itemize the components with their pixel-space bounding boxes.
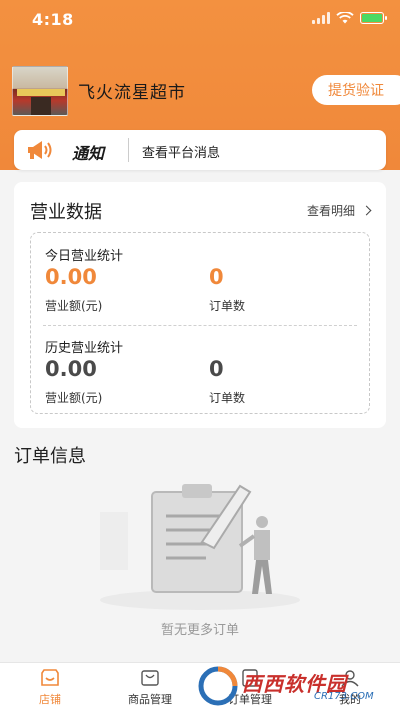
history-stats-heading: 历史营业统计: [45, 341, 124, 356]
today-orders-value: 0: [209, 265, 224, 289]
stats-box: 今日营业统计 0.00 0 营业额(元) 订单数 历史营业统计 0.00 0 营…: [30, 232, 370, 414]
status-bar: 4:18: [0, 0, 400, 40]
history-revenue-value: 0.00: [45, 357, 97, 381]
pickup-verify-button[interactable]: 提货验证: [312, 75, 400, 105]
tab-store[interactable]: 店铺: [0, 663, 100, 710]
store-name: 飞火流星超市: [78, 83, 186, 103]
notice-tag: 通知: [72, 144, 105, 163]
stats-divider: [43, 325, 357, 326]
business-title: 营业数据: [30, 202, 102, 223]
store-icon: [41, 669, 59, 686]
store-avatar[interactable]: [12, 66, 68, 116]
bag-icon: [141, 670, 159, 686]
store-header: 飞火流星超市 提货验证: [0, 60, 400, 120]
history-revenue-label: 营业额(元): [45, 391, 103, 405]
notice-text[interactable]: 查看平台消息: [142, 142, 220, 161]
signal-icon: [312, 12, 330, 24]
view-details-link[interactable]: 查看明细: [306, 202, 372, 219]
today-stats-heading: 今日营业统计: [45, 249, 124, 264]
tab-products-label: 商品管理: [128, 693, 172, 706]
watermark-subtext: CR173.COM: [314, 691, 374, 702]
megaphone-icon: [28, 141, 52, 159]
orders-section-title: 订单信息: [14, 446, 86, 467]
watermark-logo-icon: [198, 666, 238, 706]
today-revenue-label: 营业额(元): [45, 299, 103, 313]
today-revenue-value: 0.00: [45, 265, 97, 289]
business-data-card: 营业数据 查看明细 今日营业统计 0.00 0 营业额(元) 订单数 历史营业统…: [14, 182, 386, 428]
status-time: 4:18: [32, 10, 74, 29]
history-orders-label: 订单数: [209, 391, 246, 405]
empty-orders-text: 暂无更多订单: [160, 623, 239, 638]
wifi-icon: [336, 12, 354, 24]
tab-store-label: 店铺: [39, 693, 61, 706]
chevron-right-icon: [361, 205, 372, 216]
site-watermark: 西西软件园 CR173.COM: [196, 666, 392, 706]
view-details-label: 查看明细: [306, 204, 355, 218]
empty-orders-illustration: [100, 484, 300, 610]
battery-icon: [360, 12, 387, 24]
today-orders-label: 订单数: [209, 299, 246, 313]
tab-products[interactable]: 商品管理: [100, 663, 200, 710]
notice-divider: [128, 138, 129, 162]
notice-bar[interactable]: 通知 查看平台消息: [14, 130, 386, 170]
history-orders-value: 0: [209, 357, 224, 381]
status-icons: [312, 12, 387, 24]
